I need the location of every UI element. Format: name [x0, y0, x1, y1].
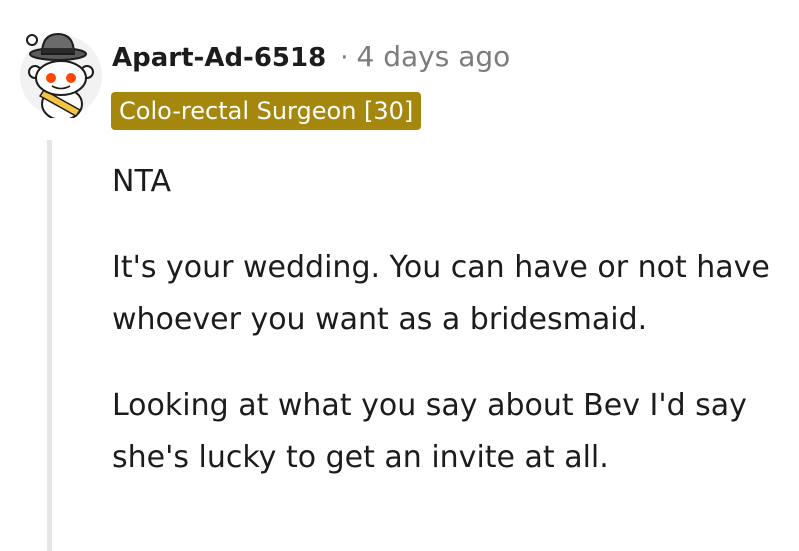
author-username[interactable]: Apart-Ad-6518: [112, 43, 326, 73]
comment-body: NTA It's your wedding. You can have or n…: [112, 156, 772, 484]
comment-paragraph: Looking at what you say about Bev I'd sa…: [112, 388, 747, 475]
comment-header: Apart-Ad-6518 · 4 days ago: [112, 40, 510, 73]
avatar[interactable]: [18, 28, 104, 121]
comment-timestamp[interactable]: 4 days ago: [356, 40, 510, 73]
comment-paragraph: NTA: [112, 164, 171, 199]
user-flair: Colo-rectal Surgeon [30]: [111, 92, 422, 130]
snoo-avatar-fedora-icon: [20, 32, 102, 121]
meta-separator: ·: [340, 43, 349, 73]
comment-paragraph: It's your wedding. You can have or not h…: [112, 250, 770, 337]
thread-line[interactable]: [47, 140, 52, 551]
